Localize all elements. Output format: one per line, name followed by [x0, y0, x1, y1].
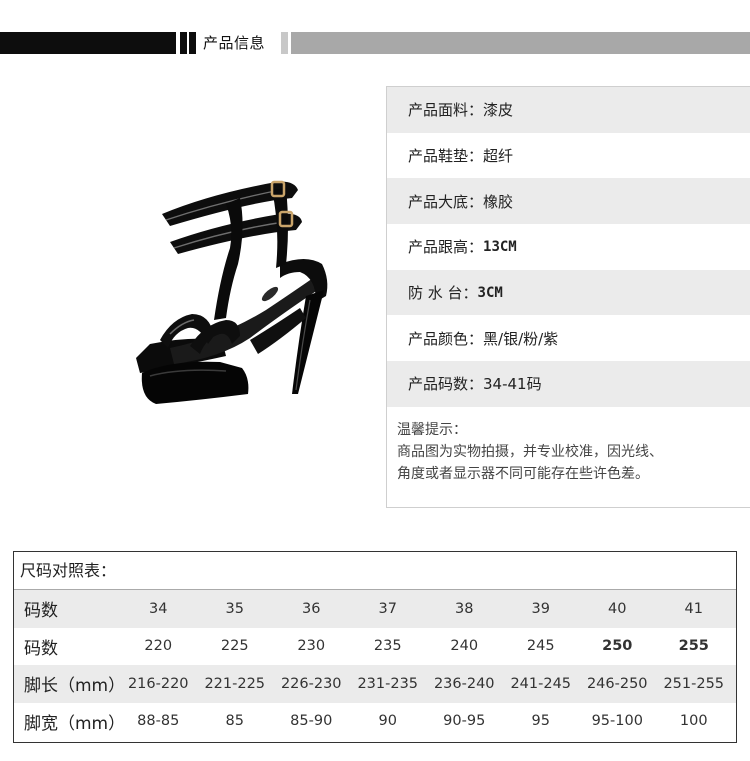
table-cell: 246-250	[586, 675, 648, 692]
info-label: 产品鞋垫：	[408, 147, 484, 166]
table-cell: 250	[602, 638, 633, 655]
header-notch	[189, 32, 196, 54]
info-label: 产品颜色：	[408, 329, 484, 348]
row-header: 脚长（mm）	[24, 676, 126, 697]
table-cell: 37	[378, 600, 397, 617]
table-row: 脚宽（mm） 88-85 85 85-90 90 90-95 95 95-100…	[14, 703, 736, 741]
table-cell: 40	[608, 600, 627, 617]
table-cell: 240	[450, 638, 479, 655]
tips-title: 温馨提示：	[397, 421, 467, 438]
info-label: 产品跟高：	[408, 238, 484, 257]
header-bar-right	[291, 32, 750, 54]
table-cell: 245	[526, 638, 555, 655]
table-cell: 41	[684, 600, 703, 617]
table-cell: 95	[531, 713, 550, 730]
row-header: 码数	[24, 601, 58, 622]
table-cell: 39	[531, 600, 550, 617]
info-label: 产品大底：	[408, 192, 484, 211]
table-cell: 85	[225, 713, 244, 730]
tips-block: 温馨提示： 商品图为实物拍摄，并专业校准，因光线、 角度或者显示器不同可能存在些…	[387, 407, 750, 485]
header-bar-left	[0, 32, 176, 54]
table-cell: 100	[679, 713, 708, 730]
table-cell: 95-100	[591, 713, 643, 730]
info-label: 防 水 台：	[408, 284, 478, 303]
table-cell: 235	[373, 638, 402, 655]
info-row-color: 产品颜色： 黑/银/粉/紫	[387, 315, 750, 362]
info-value: 橡胶	[483, 192, 514, 211]
table-row: 脚长（mm） 216-220 221-225 226-230 231-235 2…	[14, 665, 736, 703]
table-cell: 231-235	[357, 675, 419, 692]
table-cell: 220	[144, 638, 173, 655]
section-title: 产品信息	[203, 34, 266, 52]
info-row-insole: 产品鞋垫： 超纤	[387, 132, 750, 179]
table-cell: 38	[455, 600, 474, 617]
info-value: 漆皮	[483, 101, 514, 120]
table-cell: 255	[678, 638, 709, 655]
info-row-heel-height: 产品跟高： 13CM	[387, 224, 750, 270]
table-cell: 35	[225, 600, 244, 617]
table-row: 码数 220 225 230 235 240 245 250 255	[14, 628, 736, 666]
info-label: 产品面料：	[408, 101, 484, 120]
table-cell: 251-255	[663, 675, 725, 692]
info-value: 13CM	[483, 238, 517, 255]
table-cell: 36	[302, 600, 321, 617]
info-value: 黑/银/粉/紫	[483, 329, 559, 348]
info-row-platform: 防 水 台： 3CM	[387, 269, 750, 316]
info-value: 34-41码	[483, 375, 542, 394]
table-cell: 226-230	[280, 675, 342, 692]
info-value: 3CM	[477, 284, 503, 301]
info-row-size: 产品码数： 34-41码	[387, 361, 750, 407]
info-value: 超纤	[483, 147, 514, 166]
tips-line: 角度或者显示器不同可能存在些许色差。	[397, 465, 649, 482]
product-info-panel: 产品面料： 漆皮 产品鞋垫： 超纤 产品大底： 橡胶 产品跟高： 13CM 防 …	[386, 86, 750, 508]
table-cell: 85-90	[290, 713, 333, 730]
table-cell: 225	[220, 638, 249, 655]
table-cell: 34	[149, 600, 168, 617]
header-notch	[281, 32, 288, 54]
row-header: 码数	[24, 638, 58, 659]
info-row-outsole: 产品大底： 橡胶	[387, 178, 750, 225]
table-row: 码数 34 35 36 37 38 39 40 41	[14, 590, 736, 628]
tips-line: 商品图为实物拍摄，并专业校准，因光线、	[397, 443, 663, 460]
table-cell: 241-245	[510, 675, 572, 692]
table-cell: 90-95	[443, 713, 486, 730]
product-image	[136, 180, 328, 404]
table-cell: 236-240	[433, 675, 495, 692]
info-row-material: 产品面料： 漆皮	[387, 87, 750, 133]
table-cell: 230	[297, 638, 326, 655]
size-chart-title: 尺码对照表：	[14, 552, 736, 590]
info-label: 产品码数：	[408, 375, 484, 394]
table-cell: 90	[378, 713, 397, 730]
size-chart-table: 尺码对照表： 码数 34 35 36 37 38 39 40 41 码数 220…	[13, 551, 737, 743]
header-notch	[180, 32, 187, 54]
table-cell: 216-220	[127, 675, 189, 692]
table-cell: 88-85	[137, 713, 180, 730]
row-header: 脚宽（mm）	[24, 713, 126, 734]
table-cell: 221-225	[204, 675, 266, 692]
